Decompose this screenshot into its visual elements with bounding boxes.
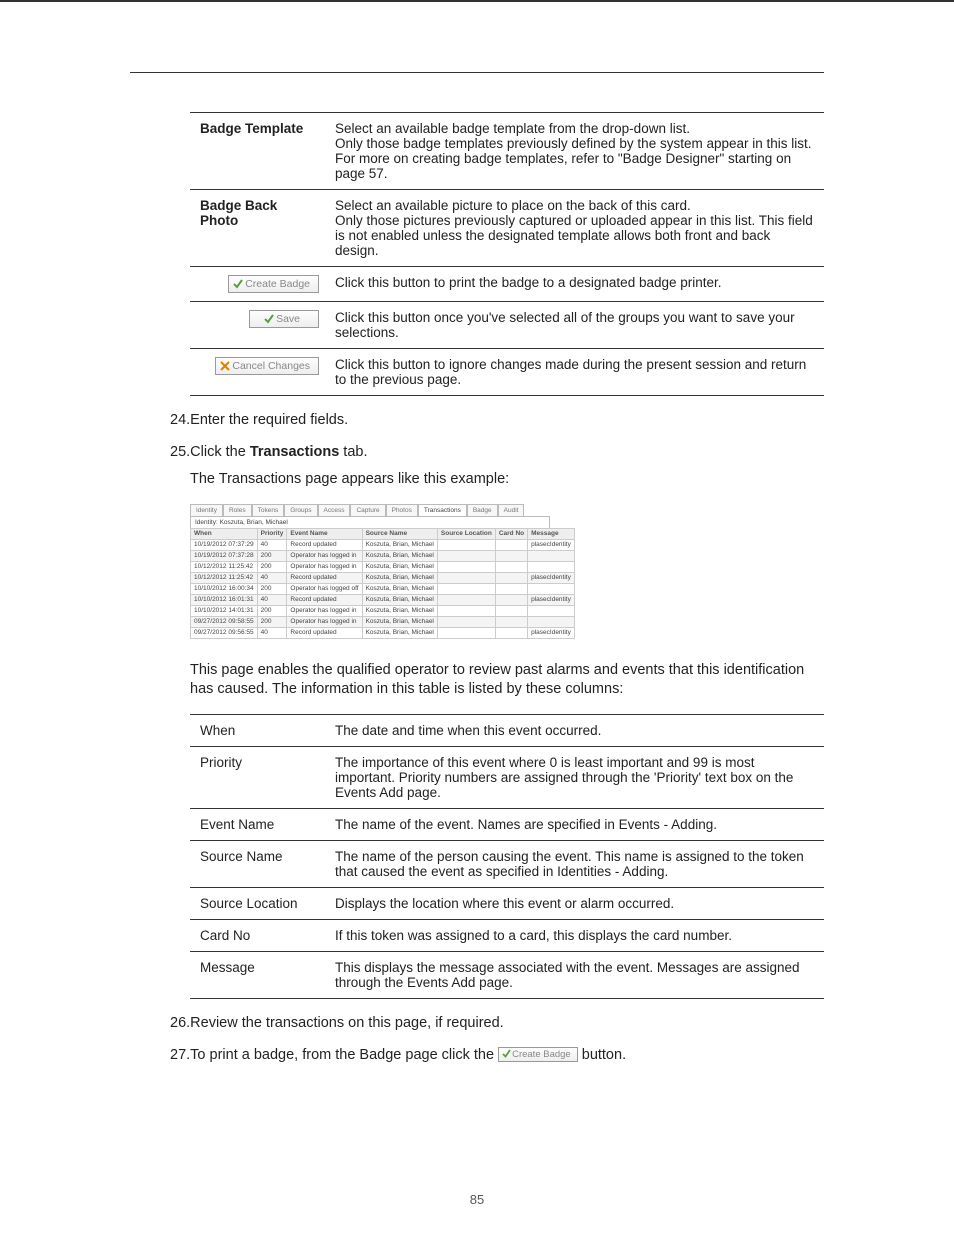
check-icon <box>233 279 243 289</box>
columns-table: WhenThe date and time when this event oc… <box>190 714 824 999</box>
label-badge-back-photo: Badge Back Photo <box>190 190 325 267</box>
desc-event-name: The name of the event. Names are specifi… <box>325 808 824 840</box>
step-25-body2: This page enables the qualified operator… <box>190 661 824 700</box>
label-priority: Priority <box>190 746 325 808</box>
tab-transactions[interactable]: Transactions <box>418 504 467 516</box>
desc-source-name: The name of the person causing the event… <box>325 840 824 887</box>
desc-when: The date and time when this event occurr… <box>325 714 824 746</box>
step-25-body: The Transactions page appears like this … <box>190 470 824 490</box>
desc-badge-back-photo: Select an available picture to place on … <box>325 190 824 267</box>
desc-priority: The importance of this event where 0 is … <box>325 746 824 808</box>
table-row: 10/10/2012 16:00:34200Operator has logge… <box>191 583 575 594</box>
desc-message: This displays the message associated wit… <box>325 951 824 998</box>
tab-roles[interactable]: Roles <box>223 504 252 516</box>
step-26: 26.Review the transactions on this page,… <box>170 1015 824 1031</box>
create-badge-button[interactable]: Create Badge <box>228 275 319 293</box>
col-source-location: Source Location <box>437 528 495 539</box>
label-event-name: Event Name <box>190 808 325 840</box>
desc-badge-template: Select an available badge template from … <box>325 113 824 190</box>
tab-groups[interactable]: Groups <box>284 504 317 516</box>
label-source-name: Source Name <box>190 840 325 887</box>
col-priority: Priority <box>257 528 287 539</box>
label-when: When <box>190 714 325 746</box>
desc-save: Click this button once you've selected a… <box>325 302 824 349</box>
tab-audit[interactable]: Audit <box>498 504 525 516</box>
col-message: Message <box>528 528 575 539</box>
col-when: When <box>191 528 258 539</box>
step-24: 24.Enter the required fields. <box>170 412 824 428</box>
table-row: 09/27/2012 09:56:5540Record updatedKoszu… <box>191 627 575 638</box>
table-row: 09/27/2012 09:58:55200Operator has logge… <box>191 616 575 627</box>
table-row: 10/12/2012 11:25:4240Record updatedKoszu… <box>191 572 575 583</box>
create-badge-inline-button[interactable]: Create Badge <box>498 1047 578 1062</box>
step-25: 25.Click the Transactions tab. <box>170 444 824 460</box>
tab-capture[interactable]: Capture <box>350 504 385 516</box>
table-row: 10/19/2012 07:37:2940Record updatedKoszu… <box>191 539 575 550</box>
x-icon <box>220 361 230 371</box>
step-27: 27.To print a badge, from the Badge page… <box>170 1047 824 1063</box>
table-row: 10/19/2012 07:37:28200Operator has logge… <box>191 550 575 561</box>
col-event-name: Event Name <box>287 528 362 539</box>
tab-photos[interactable]: Photos <box>386 504 418 516</box>
save-button[interactable]: Save <box>249 310 319 328</box>
transactions-screenshot: IdentityRolesTokensGroupsAccessCapturePh… <box>190 504 550 639</box>
tab-identity[interactable]: Identity <box>190 504 223 516</box>
transactions-table: WhenPriorityEvent NameSource NameSource … <box>190 528 575 639</box>
check-icon <box>502 1049 511 1058</box>
desc-create-badge: Click this button to print the badge to … <box>325 267 824 302</box>
col-source-name: Source Name <box>362 528 437 539</box>
col-card-no: Card No <box>495 528 527 539</box>
cancel-changes-button[interactable]: Cancel Changes <box>215 357 319 375</box>
desc-cancel: Click this button to ignore changes made… <box>325 349 824 396</box>
desc-card-no: If this token was assigned to a card, th… <box>325 919 824 951</box>
tab-tokens[interactable]: Tokens <box>252 504 285 516</box>
label-badge-template: Badge Template <box>190 113 325 190</box>
page-number: 85 <box>0 1192 954 1207</box>
table-row: 10/10/2012 14:01:31200Operator has logge… <box>191 605 575 616</box>
label-source-location: Source Location <box>190 887 325 919</box>
badge-options-table: Badge Template Select an available badge… <box>190 112 824 396</box>
tab-badge[interactable]: Badge <box>467 504 498 516</box>
identity-line: Identity: Koszuta, Brian, Michael <box>190 516 550 528</box>
table-row: 10/12/2012 11:25:42200Operator has logge… <box>191 561 575 572</box>
label-card-no: Card No <box>190 919 325 951</box>
tab-access[interactable]: Access <box>318 504 351 516</box>
check-icon <box>264 314 274 324</box>
label-message: Message <box>190 951 325 998</box>
table-row: 10/10/2012 16:01:3140Record updatedKoszu… <box>191 594 575 605</box>
desc-source-location: Displays the location where this event o… <box>325 887 824 919</box>
